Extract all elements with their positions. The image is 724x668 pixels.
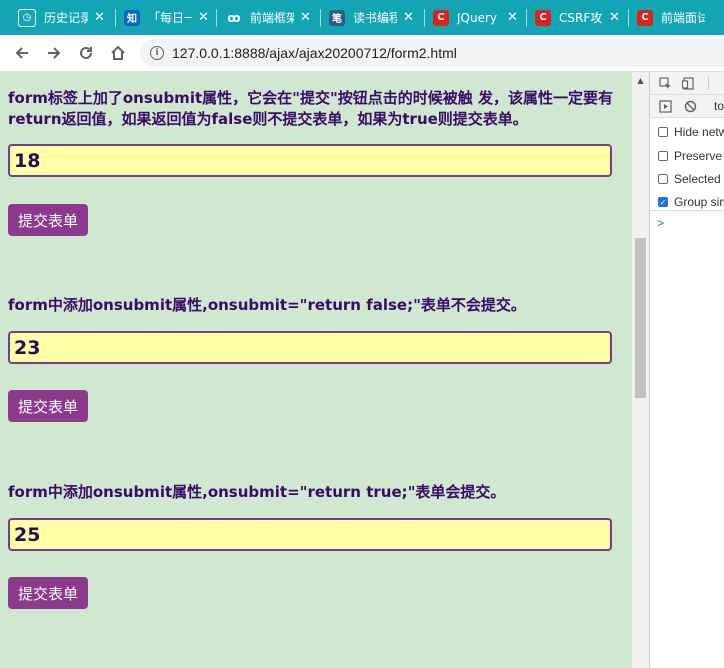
hide-network-option[interactable]: Hide network (658, 125, 724, 139)
console-prompt[interactable]: > (657, 216, 664, 230)
tab-title: 「每日一题」 (148, 11, 192, 25)
csdn-icon: C (433, 9, 449, 26)
devtools-panel: to Hide network Preserve log Selected co… (649, 72, 724, 668)
close-icon[interactable]: ✕ (198, 10, 209, 25)
tab-title: 读书编程笔记 (353, 11, 397, 25)
notes-icon: 笔 (329, 9, 345, 26)
code-icon: ꝏ (227, 10, 241, 25)
checkbox-checked[interactable]: ✓ (658, 197, 668, 207)
submit-button[interactable]: 提交表单 (8, 204, 88, 236)
csdn-icon: C (535, 9, 551, 26)
tab-title: 前端框架 (250, 11, 294, 25)
toolbar-divider (708, 76, 709, 90)
close-icon[interactable]: ✕ (94, 10, 105, 25)
checkbox[interactable] (658, 151, 668, 161)
tab-reading-notes[interactable]: 笔 读书编程笔记 ✕ (321, 4, 421, 31)
tab-history[interactable]: ◷ 历史记录 ✕ (10, 4, 115, 31)
home-icon[interactable] (107, 42, 129, 64)
section-description: form中添加onsubmit属性,onsubmit="return true;… (8, 483, 506, 501)
option-label: Selected context only (674, 172, 724, 186)
scrollbar-thumb[interactable] (635, 238, 646, 398)
console-toolbar: to (650, 95, 724, 118)
csdn-icon: C (637, 9, 653, 26)
number-input[interactable]: 25 (8, 518, 612, 551)
zhihu-icon: 知 (124, 9, 140, 26)
tab-title: JQuery (457, 10, 498, 25)
tab-title: 历史记录 (44, 11, 88, 25)
device-toggle-icon[interactable] (681, 76, 695, 90)
clear-console-icon[interactable] (683, 99, 697, 113)
close-icon[interactable]: ✕ (403, 10, 414, 25)
option-label: Hide network (674, 125, 724, 139)
page-content: form标签上加了onsubmit属性，它会在"提交"按钮点击的时候被触 发，该… (0, 72, 632, 668)
devtools-toolbar (650, 72, 724, 95)
tab-daily-question[interactable]: 知 「每日一题」 ✕ (116, 4, 216, 31)
navigation-bar: i 127.0.0.1:8888/ajax/ajax20200712/form2… (0, 35, 724, 72)
checkbox[interactable] (658, 127, 668, 137)
scroll-up-arrow-icon[interactable]: ▲ (632, 72, 649, 89)
info-icon[interactable]: i (150, 46, 164, 60)
tab-csrf[interactable]: C CSRF攻击 ✕ (527, 4, 627, 31)
tab-separator (216, 9, 217, 27)
tab-frontend-frameworks[interactable]: ꝏ 前端框架 ✕ (218, 4, 318, 31)
tab-title: CSRF攻击 (559, 11, 603, 25)
number-input[interactable]: 23 (8, 331, 612, 364)
section-description: form标签上加了onsubmit属性，它会在"提交"按钮点击的时候被触 发，该… (8, 89, 613, 128)
close-icon[interactable]: ✕ (300, 10, 311, 25)
number-input[interactable]: 18 (8, 144, 612, 177)
selected-context-option[interactable]: Selected context only (658, 172, 724, 186)
section-description: form中添加onsubmit属性,onsubmit="return false… (8, 296, 526, 314)
inspect-element-icon[interactable] (658, 76, 672, 90)
context-selector[interactable]: to (714, 99, 724, 113)
reload-icon[interactable] (75, 42, 97, 64)
forward-arrow-icon[interactable] (43, 42, 65, 64)
submit-button[interactable]: 提交表单 (8, 577, 88, 609)
url-text: 127.0.0.1:8888/ajax/ajax20200712/form2.h… (172, 45, 457, 61)
preserve-log-option[interactable]: Preserve log (658, 149, 724, 163)
address-bar[interactable]: i 127.0.0.1:8888/ajax/ajax20200712/form2… (140, 39, 724, 67)
sidebar-toggle-icon[interactable] (658, 99, 672, 113)
tab-strip: ◷ 历史记录 ✕ 知 「每日一题」 ✕ ꝏ 前端框架 ✕ 笔 读书编程笔记 ✕ … (0, 0, 724, 35)
back-arrow-icon[interactable] (11, 42, 33, 64)
checkbox[interactable] (658, 174, 668, 184)
tab-jquery[interactable]: C JQuery ✕ (425, 4, 525, 31)
tab-frontend-interview[interactable]: C 前端面试 (629, 4, 724, 31)
history-icon: ◷ (18, 8, 36, 27)
close-icon[interactable]: ✕ (609, 10, 620, 25)
submit-button[interactable]: 提交表单 (8, 390, 88, 422)
group-similar-option[interactable]: ✓ Group similar (658, 195, 724, 209)
close-icon[interactable]: ✕ (507, 10, 518, 25)
console-divider (650, 210, 724, 211)
option-label: Group similar (674, 195, 724, 209)
tab-title: 前端面试 (661, 11, 705, 25)
option-label: Preserve log (674, 149, 724, 163)
